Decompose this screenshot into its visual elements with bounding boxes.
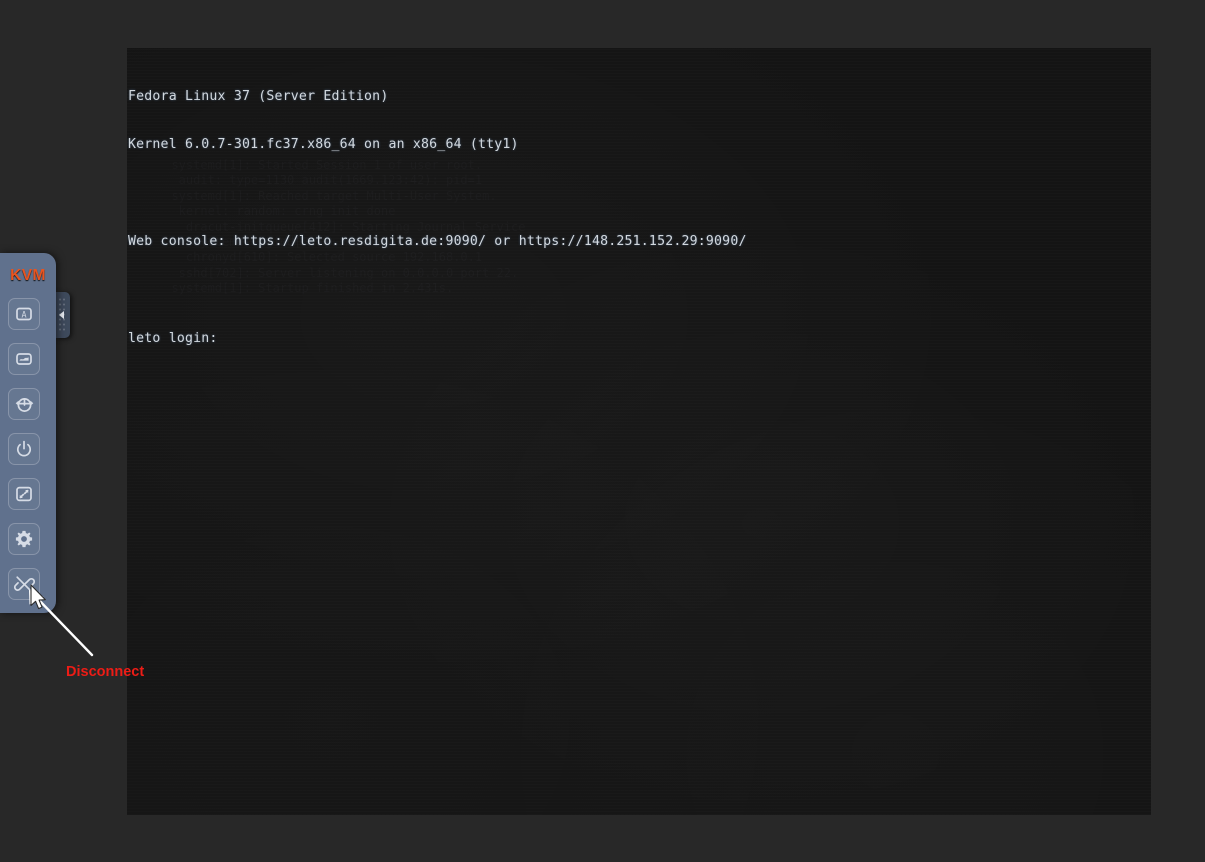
console-line-blank-1 (128, 186, 747, 202)
power-icon (14, 439, 34, 459)
keyboard-icon: A (14, 304, 34, 324)
console-line-distro: Fedora Linux 37 (Server Edition) (128, 89, 389, 105)
mouse-pointer-cursor (29, 584, 51, 619)
fit-screen-icon (14, 484, 34, 504)
console-line-blank-2 (128, 282, 747, 298)
console-output: Fedora Linux 37 (Server Edition) Kernel … (128, 57, 747, 379)
keyboard-button[interactable]: A (8, 298, 40, 330)
console-line-login: leto login: (128, 330, 218, 346)
svg-text:A: A (21, 309, 26, 319)
gear-icon (14, 529, 34, 549)
reset-icon (14, 394, 35, 415)
fit-screen-button[interactable] (8, 478, 40, 510)
kvm-console-page: systemd[1]: Started Session 1 of user ro… (0, 0, 1205, 862)
mouse-button[interactable] (8, 343, 40, 375)
console-line-webconsole: Web console: https://leto.resdigita.de:9… (128, 234, 747, 250)
remote-console-screen[interactable]: systemd[1]: Started Session 1 of user ro… (127, 48, 1151, 815)
power-button[interactable] (8, 433, 40, 465)
settings-button[interactable] (8, 523, 40, 555)
kvm-toolbar: KVM A (0, 253, 56, 613)
mouse-icon (14, 349, 34, 369)
collapse-handle[interactable] (55, 292, 70, 338)
kvm-title: KVM (10, 267, 46, 284)
annotation-label: Disconnect (66, 664, 145, 680)
chevron-left-icon (59, 311, 64, 319)
console-line-kernel: Kernel 6.0.7-301.fc37.x86_64 on an x86_6… (128, 137, 519, 153)
reset-button[interactable] (8, 388, 40, 420)
